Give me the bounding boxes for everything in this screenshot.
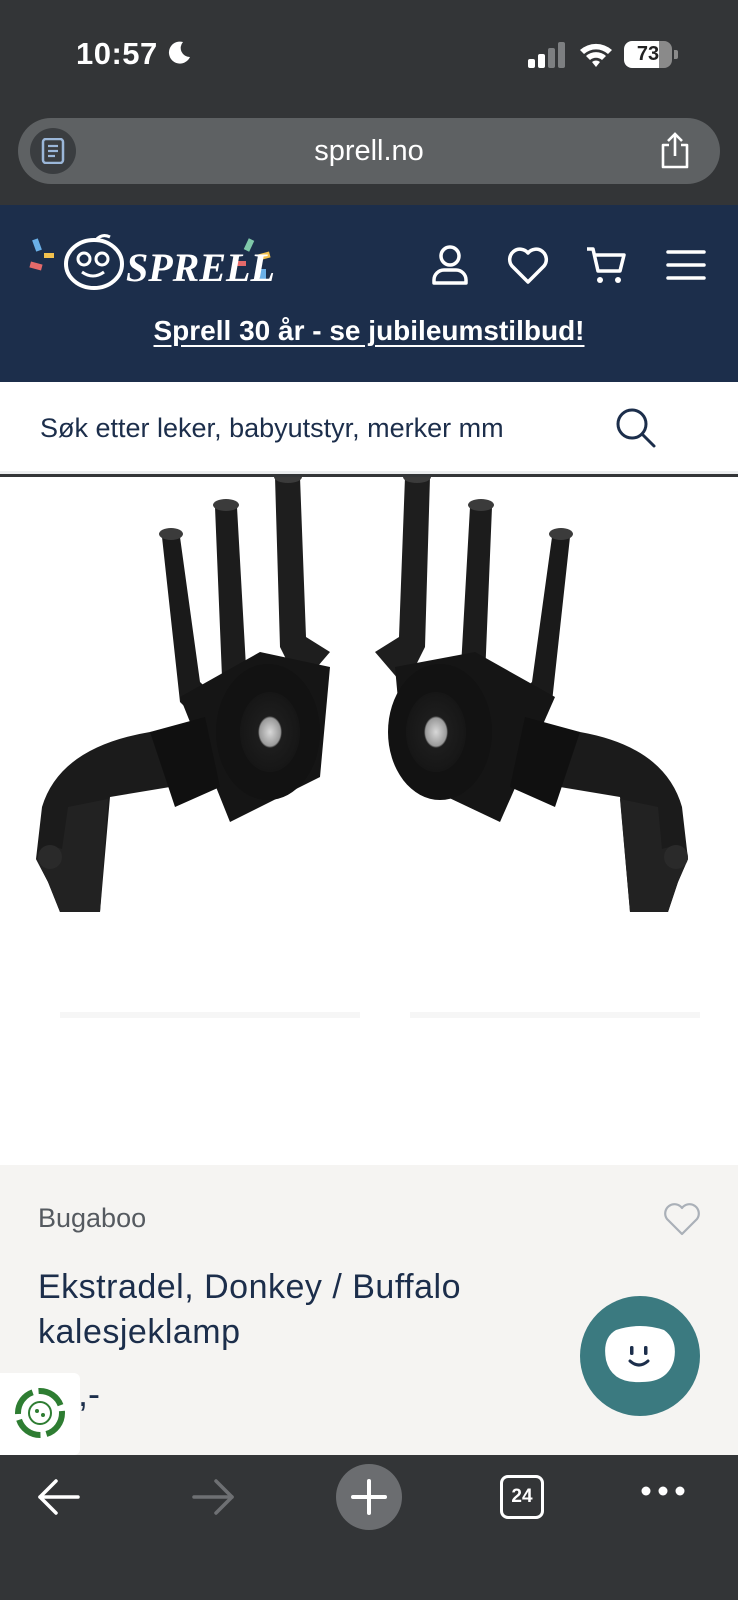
certificate-badge[interactable] — [0, 1373, 80, 1455]
search-icon[interactable] — [614, 406, 658, 450]
wifi-icon — [580, 43, 612, 67]
status-bar: 10:57 73 — [0, 0, 738, 110]
signal-icon — [528, 42, 565, 68]
forward-icon[interactable] — [190, 1477, 236, 1517]
account-icon[interactable] — [428, 243, 472, 287]
page: 10:57 73 sprell.no SPRELL Sprell 30 år -… — [0, 0, 738, 1600]
more-icon[interactable] — [640, 1485, 686, 1497]
search-bar[interactable]: Søk etter leker, babyutstyr, merker mm — [0, 382, 738, 474]
chat-face-icon — [605, 1326, 675, 1383]
cart-icon[interactable] — [584, 243, 628, 287]
search-placeholder[interactable]: Søk etter leker, babyutstyr, merker mm — [40, 382, 504, 474]
browser-toolbar: 24 — [0, 1455, 738, 1600]
chat-button[interactable] — [580, 1296, 700, 1416]
battery-level: 73 — [636, 43, 660, 65]
clamp-left-image — [36, 477, 330, 912]
new-tab-icon[interactable] — [336, 1464, 402, 1530]
sprell-logo[interactable]: SPRELL — [26, 231, 276, 297]
product-info: Bugaboo Ekstradel, Donkey / Buffalo kale… — [0, 1165, 738, 1455]
status-time: 10:57 — [76, 36, 158, 71]
menu-icon[interactable] — [664, 243, 708, 287]
svg-text:SPRELL: SPRELL — [126, 245, 275, 290]
reader-icon[interactable] — [30, 128, 76, 174]
tabs-icon[interactable]: 24 — [500, 1475, 544, 1519]
product-image[interactable] — [0, 477, 738, 1165]
favorite-heart-icon[interactable] — [662, 1201, 702, 1237]
share-icon[interactable] — [658, 132, 692, 170]
product-brand[interactable]: Bugaboo — [38, 1203, 146, 1234]
clamp-right-image — [375, 477, 688, 912]
back-icon[interactable] — [36, 1477, 82, 1517]
address-bar[interactable]: sprell.no — [18, 118, 720, 184]
url-text[interactable]: sprell.no — [18, 118, 720, 184]
site-header: SPRELL Sprell 30 år - se jubileumstilbud… — [0, 205, 738, 382]
moon-icon — [168, 41, 190, 64]
battery-icon: 73 — [624, 41, 678, 68]
product-title: Ekstradel, Donkey / Buffalo kalesjeklamp — [38, 1268, 461, 1351]
promo-link[interactable]: Sprell 30 år - se jubileumstilbud! — [0, 315, 738, 347]
heart-icon[interactable] — [506, 243, 550, 287]
